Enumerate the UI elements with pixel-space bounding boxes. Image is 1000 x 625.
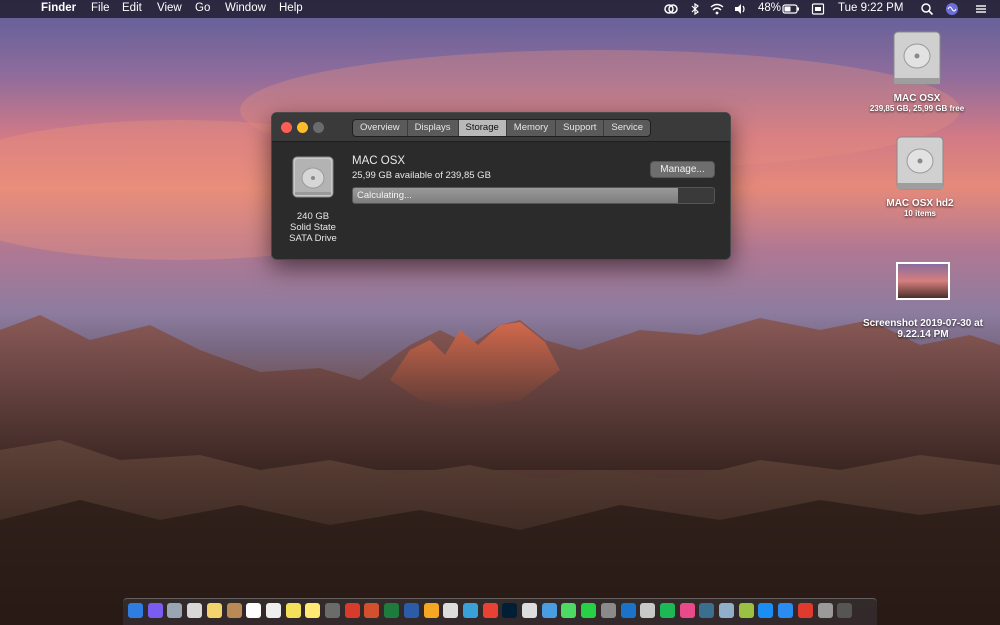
dock-safari-icon[interactable]	[778, 603, 794, 618]
volume-icon[interactable]	[733, 2, 747, 16]
desktop-icon-sublabel: 10 items	[903, 209, 937, 218]
bluetooth-icon[interactable]	[688, 2, 702, 16]
dock-photoshop-icon[interactable]	[502, 603, 518, 618]
dock-android-icon[interactable]	[738, 603, 754, 618]
dock-migration-icon[interactable]	[719, 603, 734, 618]
dock-anydesk-icon[interactable]	[797, 603, 813, 618]
about-this-mac-window: Overview Displays Storage Memory Support…	[271, 112, 731, 260]
dock-textedit-2-icon[interactable]	[443, 603, 459, 618]
dock-spotify-icon[interactable]	[659, 603, 675, 618]
dock-cursor-icon[interactable]	[522, 603, 537, 618]
battery-percent[interactable]: 48%	[758, 2, 781, 14]
tab-service[interactable]: Service	[604, 120, 650, 136]
mountain-wallpaper	[0, 50, 1000, 625]
dock-finder-icon[interactable]	[128, 603, 143, 618]
dock-xcode-icon[interactable]	[541, 603, 557, 618]
dock-settings-icon[interactable]	[817, 603, 833, 618]
close-button[interactable]	[281, 122, 292, 133]
tab-support[interactable]: Support	[556, 120, 605, 136]
desktop-icon-label: Screenshot 2019-07-30 at	[862, 318, 984, 329]
drive-type-line2: SATA Drive	[289, 233, 337, 244]
dock-vpn-icon[interactable]	[600, 603, 616, 618]
screenshot-thumbnail	[896, 262, 950, 300]
storage-bar-label: Calculating...	[357, 190, 412, 201]
tab-memory[interactable]: Memory	[507, 120, 557, 136]
menu-edit[interactable]: Edit	[122, 2, 142, 14]
dock-whatsapp-icon[interactable]	[581, 603, 597, 618]
dock-contacts-icon[interactable]	[226, 603, 242, 618]
desktop-icon-label-line2: 9.22.14 PM	[897, 329, 949, 340]
desktop-icon-mac-osx[interactable]: MAC OSX 239,85 GB, 25,99 GB free	[860, 30, 974, 113]
dock-preview-icon[interactable]	[187, 603, 203, 618]
dock-powerpoint-icon[interactable]	[364, 603, 380, 618]
menu-window[interactable]: Window	[225, 2, 266, 14]
menu-bar: Finder File Edit View Go Window Help 48%…	[0, 0, 1000, 18]
desktop-icon-screenshot[interactable]: Screenshot 2019-07-30 at 9.22.14 PM	[856, 262, 990, 340]
drive-type-line1: Solid State	[290, 222, 336, 233]
window-titlebar[interactable]: Overview Displays Storage Memory Support…	[272, 113, 730, 142]
wifi-icon[interactable]	[710, 2, 724, 16]
dock-notes-2-icon[interactable]	[305, 603, 321, 618]
volume-name: MAC OSX	[352, 155, 406, 167]
menu-file[interactable]: File	[91, 2, 110, 14]
clock[interactable]: Tue 9:22 PM	[838, 2, 903, 14]
dock-stickies-icon[interactable]	[285, 603, 301, 618]
dock-excel-icon[interactable]	[384, 603, 400, 618]
dock-textedit-icon[interactable]	[265, 603, 281, 618]
dock-disk-icon[interactable]	[640, 603, 656, 618]
menu-view[interactable]: View	[157, 2, 182, 14]
dock-scripts-icon[interactable]	[325, 603, 340, 618]
dock-outlook-cx-icon[interactable]	[462, 603, 478, 618]
desktop-icon-label: MAC OSX	[893, 93, 941, 104]
spotlight-search-icon[interactable]	[920, 2, 934, 16]
dock-acrobat-icon[interactable]	[344, 603, 360, 618]
hard-drive-icon	[896, 136, 944, 190]
drive-capacity: 240 GB	[296, 211, 330, 222]
menu-app-name[interactable]: Finder	[41, 2, 76, 14]
battery-icon[interactable]	[782, 2, 800, 16]
keyboard-viewer-icon[interactable]	[811, 2, 825, 16]
desktop-icon-mac-osx-hd2[interactable]: MAC OSX hd2 10 items	[860, 135, 980, 218]
dock-messages-icon[interactable]	[561, 603, 577, 618]
dock-siri-icon[interactable]	[147, 603, 163, 618]
notification-center-icon[interactable]	[974, 2, 988, 16]
hard-drive-icon	[893, 31, 941, 85]
minimize-button[interactable]	[297, 122, 308, 133]
desktop-icon-sublabel: 239,85 GB, 25,99 GB free	[869, 104, 965, 113]
hard-drive-icon	[292, 156, 334, 198]
dock-trash-icon[interactable]	[837, 603, 853, 618]
dock-edge-icon[interactable]	[620, 603, 636, 618]
dock-pages-icon[interactable]	[423, 603, 439, 618]
manage-button[interactable]: Manage...	[650, 161, 715, 178]
dock-word-icon[interactable]	[403, 603, 419, 618]
available-space: 25,99 GB available of 239,85 GB	[352, 170, 491, 181]
dock-compressor-icon[interactable]	[699, 603, 715, 618]
dock-itunes-icon[interactable]	[679, 603, 695, 618]
menu-go[interactable]: Go	[195, 2, 210, 14]
dock-notes-icon[interactable]	[206, 603, 222, 618]
tab-storage[interactable]: Storage	[458, 120, 507, 136]
desktop: Finder File Edit View Go Window Help 48%…	[0, 0, 1000, 625]
creative-cloud-icon[interactable]	[664, 2, 678, 16]
dock-launchpad-icon[interactable]	[167, 603, 183, 618]
storage-pane: 240 GB Solid State SATA Drive MAC OSX 25…	[272, 142, 730, 259]
dock-appstore-icon[interactable]	[758, 603, 774, 618]
dock-chrome-icon[interactable]	[482, 603, 498, 618]
storage-bar: Calculating...	[352, 187, 715, 204]
dock-calendar-icon[interactable]	[246, 603, 262, 618]
tab-bar: Overview Displays Storage Memory Support…	[352, 119, 652, 137]
zoom-button[interactable]	[313, 122, 324, 133]
desktop-icon-label: MAC OSX hd2	[886, 198, 954, 209]
siri-icon[interactable]	[945, 2, 959, 16]
tab-displays[interactable]: Displays	[408, 120, 459, 136]
menu-help[interactable]: Help	[279, 2, 303, 14]
dock	[123, 598, 877, 625]
tab-overview[interactable]: Overview	[353, 120, 408, 136]
